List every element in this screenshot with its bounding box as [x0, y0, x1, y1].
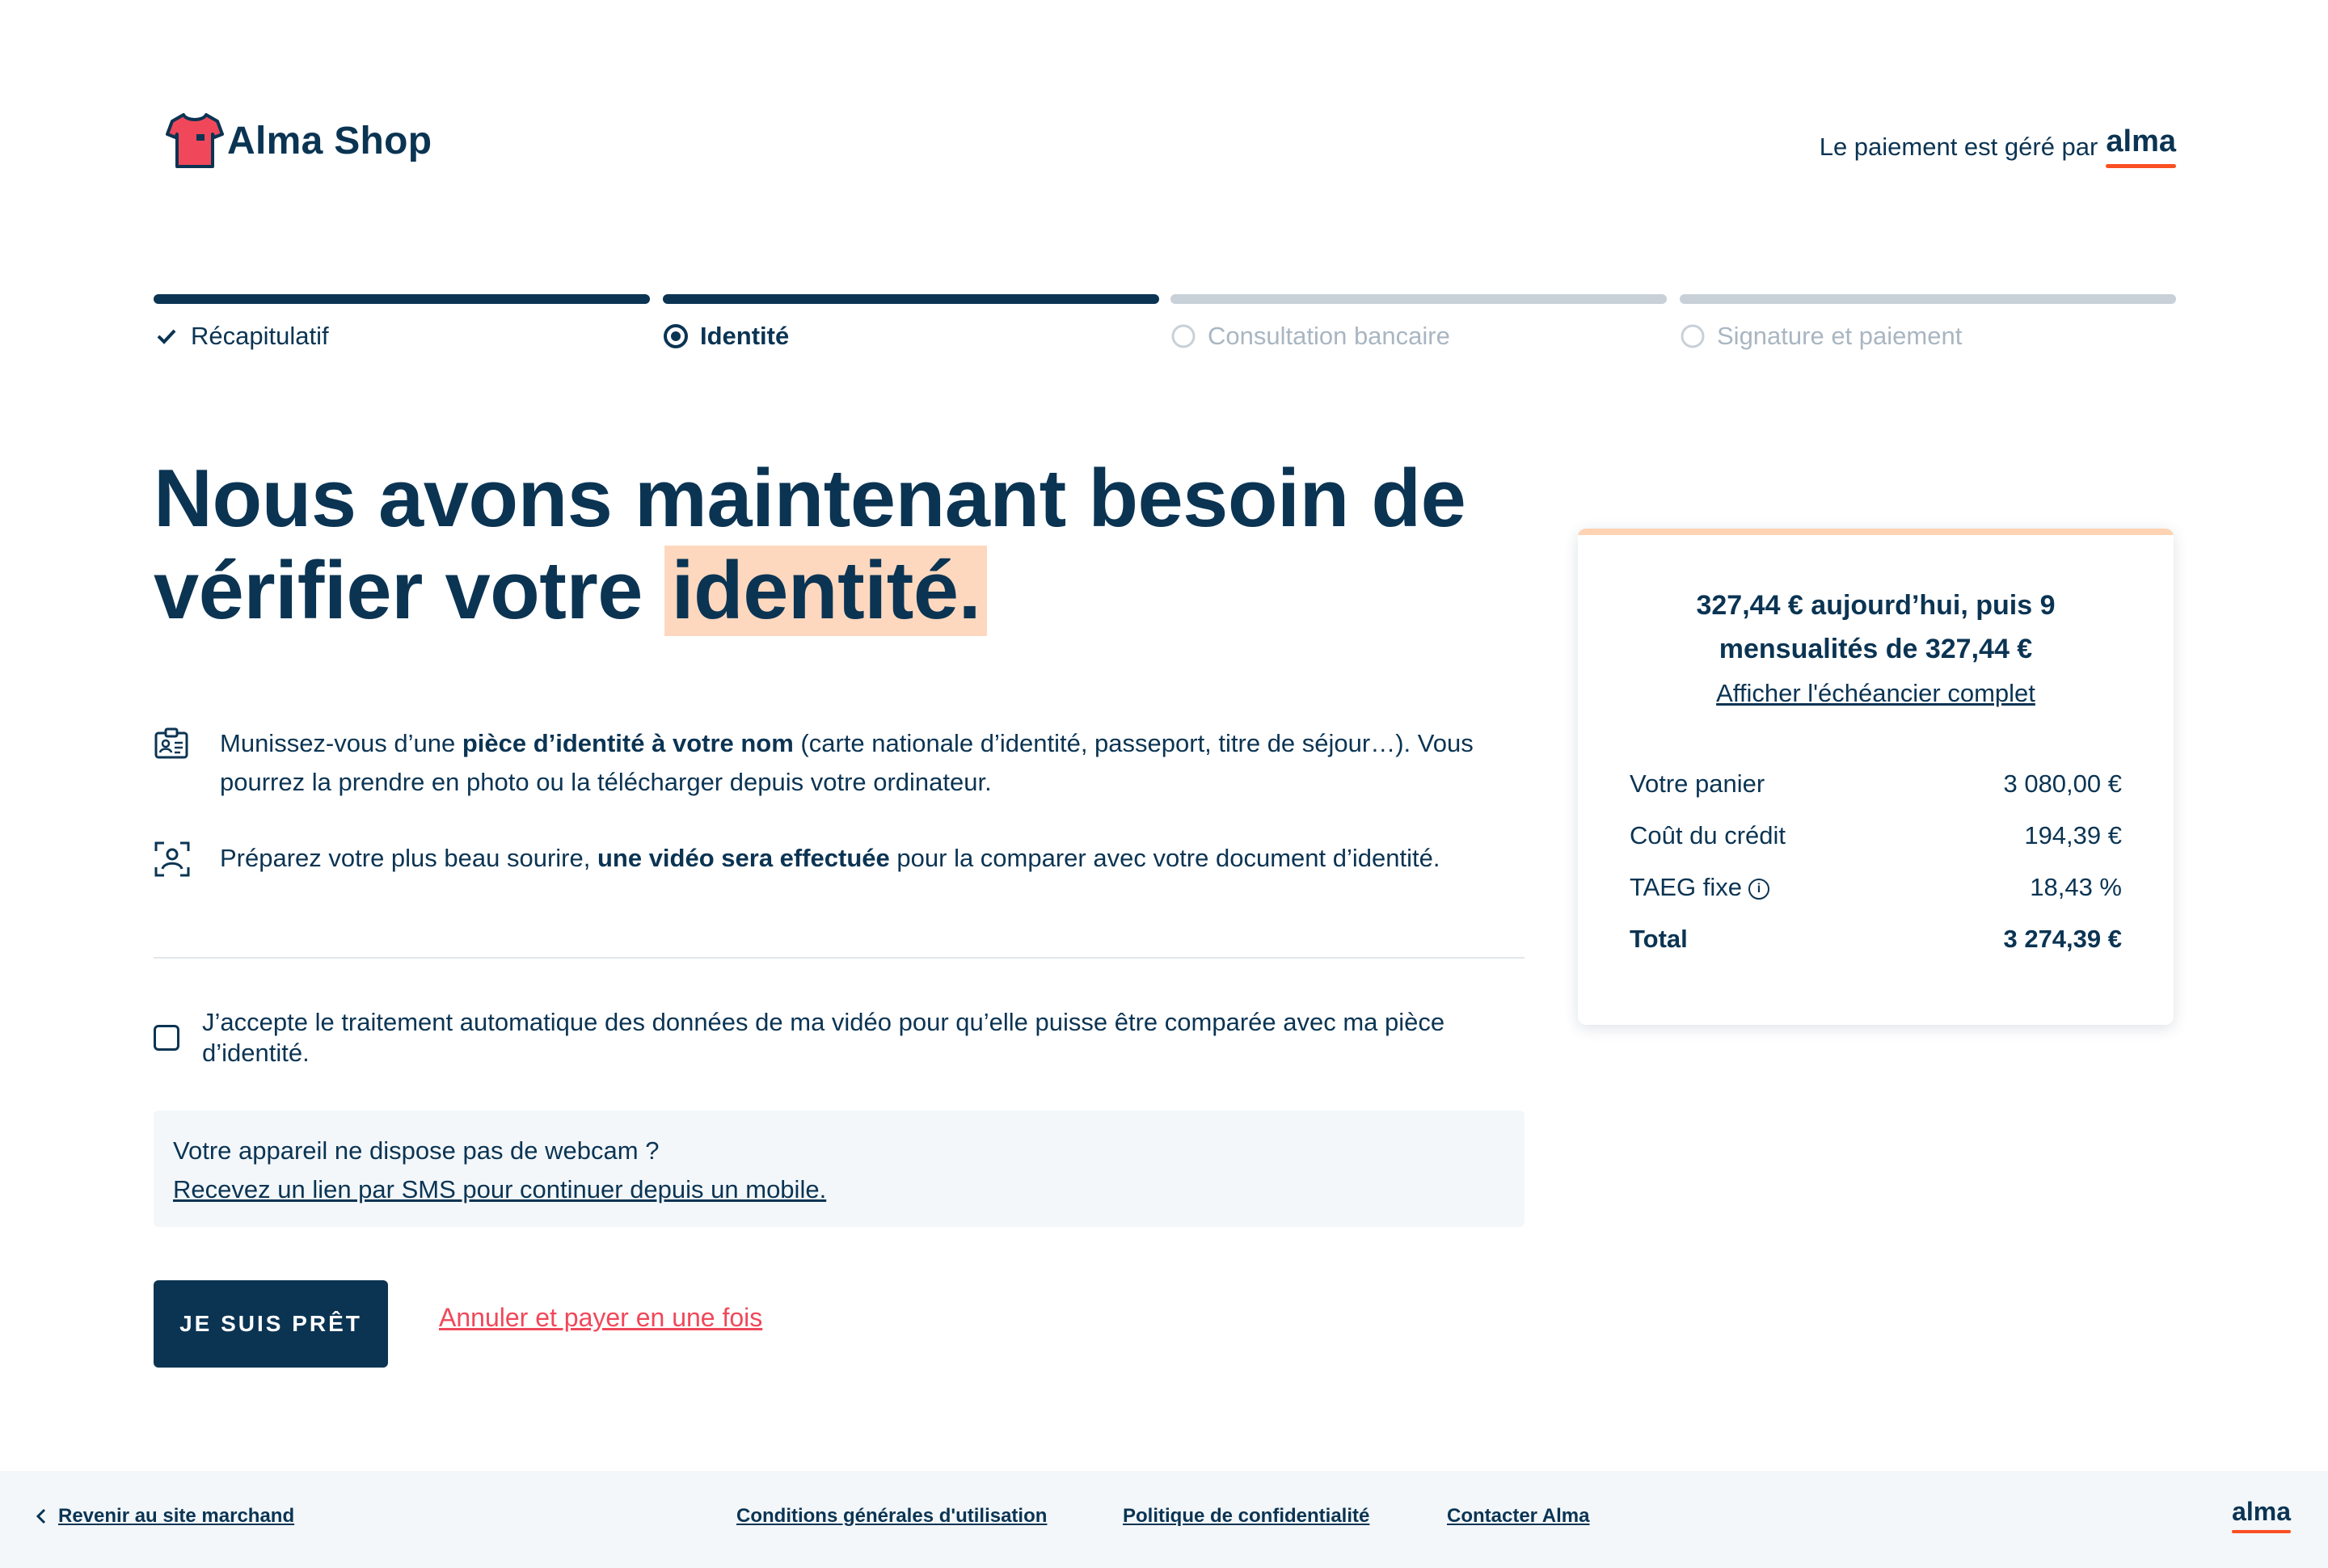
- shop-name: Alma Shop: [227, 119, 432, 162]
- page-title: Nous avons maintenant besoin de vérifier…: [154, 453, 1466, 636]
- alma-logo: alma: [2106, 126, 2176, 168]
- step-bar: [1170, 294, 1667, 304]
- step-bar: [663, 294, 1159, 304]
- consent-checkbox[interactable]: [154, 1025, 179, 1051]
- summary-row-basket: Votre panier 3 080,00 €: [1630, 769, 2122, 798]
- title-highlight: identité.: [664, 546, 988, 636]
- info-text: Préparez votre plus beau sourire, une vi…: [220, 844, 1440, 872]
- divider: [154, 957, 1525, 959]
- face-scan-icon: [154, 839, 192, 889]
- terms-link[interactable]: Conditions générales d'utilisation: [736, 1505, 1047, 1528]
- step-recap: Récapitulatif: [154, 294, 650, 351]
- info-icon[interactable]: i: [1748, 878, 1769, 900]
- consent-checkbox-row[interactable]: J’accepte le traitement automatique des …: [154, 1007, 1528, 1069]
- info-text: Munissez-vous d’une pièce d’identité à v…: [220, 729, 1474, 796]
- info-video: Préparez votre plus beau sourire, une vi…: [154, 839, 1528, 889]
- installment-headline: 327,44 € aujourd’hui, puis 9 mensualités…: [1696, 590, 2056, 664]
- step-label: Consultation bancaire: [1208, 322, 1450, 350]
- step-signature: Signature et paiement: [1680, 294, 2176, 351]
- ready-button[interactable]: JE SUIS PRÊT: [154, 1280, 388, 1368]
- active-step-icon: [663, 323, 689, 349]
- no-webcam-notice: Votre appareil ne dispose pas de webcam …: [154, 1111, 1525, 1227]
- payment-summary-card: 327,44 € aujourd’hui, puis 9 mensualités…: [1578, 529, 2174, 1025]
- summary-row-total: Total 3 274,39 €: [1630, 925, 2122, 953]
- consent-label: J’accepte le traitement automatique des …: [202, 1008, 1445, 1067]
- shop-logo[interactable]: Alma Shop: [164, 108, 432, 173]
- footer-alma-logo: alma: [2232, 1497, 2291, 1533]
- payment-provider: Le paiement est géré par alma: [1819, 126, 2176, 168]
- step-label: Signature et paiement: [1717, 322, 1963, 350]
- step-label: Identité: [700, 322, 790, 350]
- step-identity: Identité: [663, 294, 1159, 351]
- info-id-document: Munissez-vous d’une pièce d’identité à v…: [154, 724, 1528, 802]
- sms-link[interactable]: Recevez un lien par SMS pour continuer d…: [173, 1170, 1505, 1209]
- pending-step-icon: [1680, 323, 1706, 349]
- managed-by-text: Le paiement est géré par: [1819, 133, 2098, 161]
- contact-link[interactable]: Contacter Alma: [1447, 1505, 1589, 1528]
- summary-rows: Votre panier 3 080,00 € Coût du crédit 1…: [1630, 758, 2122, 965]
- pending-step-icon: [1170, 323, 1196, 349]
- schedule-link[interactable]: Afficher l'échéancier complet: [1578, 679, 2174, 708]
- step-bar: [1680, 294, 2176, 304]
- step-label: Récapitulatif: [191, 322, 329, 350]
- summary-row-taeg: TAEG fixe i 18,43 %: [1630, 873, 2122, 901]
- check-icon: [154, 323, 179, 349]
- step-bank: Consultation bancaire: [1170, 294, 1667, 351]
- privacy-link[interactable]: Politique de confidentialité: [1123, 1505, 1369, 1528]
- tshirt-icon: [166, 113, 224, 168]
- no-webcam-text: Votre appareil ne dispose pas de webcam …: [173, 1136, 660, 1165]
- back-to-merchant-link[interactable]: Revenir au site marchand: [36, 1505, 294, 1528]
- step-bar: [154, 294, 650, 304]
- cancel-link[interactable]: Annuler et payer en une fois: [439, 1303, 762, 1333]
- chevron-left-icon: [36, 1508, 46, 1524]
- summary-row-credit-cost: Coût du crédit 194,39 €: [1630, 821, 2122, 849]
- id-card-icon: [154, 724, 192, 802]
- card-accent-bar: [1578, 529, 2174, 535]
